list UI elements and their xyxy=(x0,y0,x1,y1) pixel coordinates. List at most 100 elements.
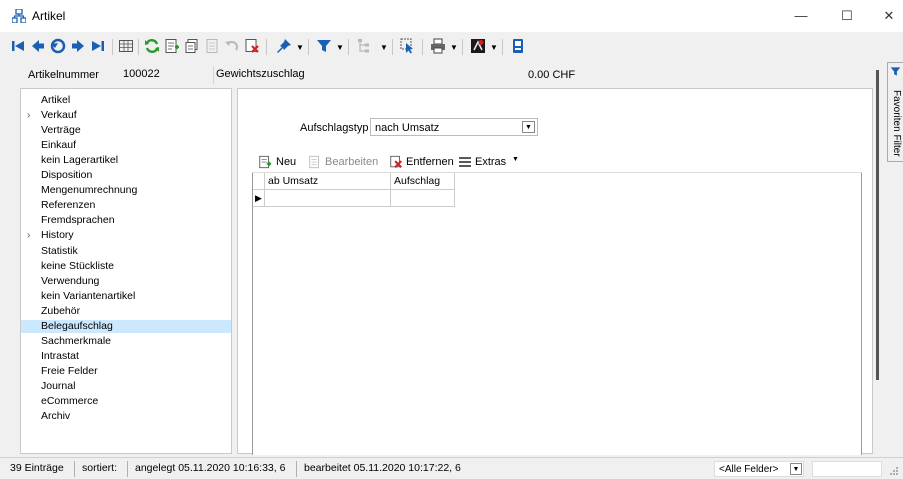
created-info: angelegt 05.11.2020 10:16:33, 6 xyxy=(135,462,286,474)
nav-item[interactable]: Zubehör xyxy=(21,305,231,318)
pin-dropdown-icon[interactable]: ▼ xyxy=(296,43,304,52)
nav-item-label: Mengenumrechnung xyxy=(41,184,138,197)
nav-item[interactable]: Referenzen xyxy=(21,199,231,212)
nav-item[interactable]: Sachmerkmale xyxy=(21,335,231,348)
main-toolbar: ▼ ▼ ▼ ▼ ▼ xyxy=(0,32,903,60)
toolbar-separator xyxy=(422,39,423,55)
macro-dropdown-icon[interactable]: ▼ xyxy=(490,43,498,52)
nav-item[interactable]: Artikel xyxy=(21,94,231,107)
back-icon[interactable] xyxy=(50,38,66,54)
notes-icon[interactable] xyxy=(510,38,526,54)
minimize-button[interactable]: — xyxy=(786,6,816,26)
nav-item[interactable]: › Verkauf xyxy=(21,109,231,122)
new-record-icon[interactable] xyxy=(164,38,180,54)
articlenumber-label: Artikelnummer xyxy=(28,69,99,81)
toolbar-separator xyxy=(502,39,503,55)
copy-record-icon[interactable] xyxy=(184,38,200,54)
nav-item-label: Einkauf xyxy=(41,139,77,152)
column-header-umsatz[interactable]: ab Umsatz xyxy=(265,173,391,190)
nav-item[interactable]: Intrastat xyxy=(21,350,231,363)
nav-item-label: keine Stückliste xyxy=(41,259,114,272)
field-filter-select[interactable]: <Alle Felder> ▼ xyxy=(714,461,804,477)
maximize-button[interactable]: ☐ xyxy=(832,6,862,26)
nav-item[interactable]: Statistik xyxy=(21,245,231,258)
nav-item[interactable]: eCommerce xyxy=(21,395,231,408)
toolbar-separator xyxy=(348,39,349,55)
toolbar-separator xyxy=(462,39,463,55)
select-cursor-icon[interactable] xyxy=(400,38,416,54)
chevron-right-icon[interactable]: › xyxy=(27,229,30,242)
data-grid: ab Umsatz Aufschlag ▶ xyxy=(252,173,862,455)
column-header-aufschlag[interactable]: Aufschlag xyxy=(391,173,455,190)
delete-record-icon[interactable] xyxy=(244,38,260,54)
add-icon xyxy=(259,155,272,169)
nav-item-label: Statistik xyxy=(41,244,78,257)
nav-item[interactable]: Mengenumrechnung xyxy=(21,184,231,197)
status-search-input[interactable] xyxy=(812,461,882,477)
resize-grip-icon[interactable] xyxy=(889,466,899,476)
remove-button[interactable]: Entfernen xyxy=(406,156,454,168)
edit-button[interactable]: Bearbeiten xyxy=(325,156,378,168)
article-app-icon xyxy=(12,9,26,23)
previous-record-icon[interactable] xyxy=(30,38,46,54)
save-icon xyxy=(206,39,218,53)
filter-dropdown-icon[interactable]: ▼ xyxy=(336,43,344,52)
tree-view-icon xyxy=(358,39,369,53)
macro-icon[interactable] xyxy=(470,38,486,54)
nav-item[interactable]: Verträge xyxy=(21,124,231,137)
status-separator xyxy=(127,461,128,477)
aufschlagstyp-select[interactable]: nach Umsatz ▼ xyxy=(370,118,538,136)
aufschlagstyp-label: Aufschlagstyp xyxy=(300,122,369,134)
nav-item-label: Archiv xyxy=(41,410,71,423)
next-record-icon[interactable] xyxy=(70,38,86,54)
nav-item[interactable]: Disposition xyxy=(21,169,231,182)
nav-item[interactable]: Journal xyxy=(21,380,231,393)
close-button[interactable]: ✕ xyxy=(874,6,903,26)
field-filter-value: <Alle Felder> xyxy=(719,464,779,475)
favorites-filter-tab[interactable]: Favoriten Filter xyxy=(888,90,902,157)
nav-item[interactable]: Verwendung xyxy=(21,275,231,288)
toolbar-separator xyxy=(266,39,267,55)
nav-item-label: eCommerce xyxy=(41,395,99,407)
articlenumber-field[interactable]: 100022 xyxy=(120,66,213,84)
chevron-down-icon[interactable]: ▼ xyxy=(790,463,802,475)
nav-item[interactable]: kein Variantenartikel xyxy=(21,290,231,303)
grid-cell[interactable] xyxy=(265,190,391,207)
grid-toolbar: Neu Bearbeiten Entfernen Extras ▼ xyxy=(252,151,862,173)
scrollbar-thumb[interactable] xyxy=(876,70,879,380)
last-record-icon[interactable] xyxy=(90,38,106,54)
nav-item[interactable]: Belegaufschlag xyxy=(21,319,231,333)
status-separator xyxy=(74,461,75,477)
title-bar: Artikel — ☐ ✕ xyxy=(0,0,903,32)
nav-item[interactable]: Archiv xyxy=(21,410,231,423)
nav-item[interactable]: keine Stückliste xyxy=(21,260,231,273)
grid-corner xyxy=(253,173,265,190)
extras-button[interactable]: Extras xyxy=(475,156,506,168)
nav-item[interactable]: Freie Felder xyxy=(21,365,231,378)
refresh-icon[interactable] xyxy=(144,38,160,54)
grid-cell[interactable] xyxy=(391,190,455,207)
nav-item-label: Verträge xyxy=(41,124,81,137)
row-pointer-icon: ▶ xyxy=(253,190,265,207)
filter-icon xyxy=(890,67,901,76)
table-view-icon[interactable] xyxy=(118,38,134,54)
chevron-down-icon[interactable]: ▼ xyxy=(522,121,535,133)
aufschlagstyp-value: nach Umsatz xyxy=(375,122,440,134)
nav-item[interactable]: › History xyxy=(21,229,231,242)
nav-item[interactable]: kein Lagerartikel xyxy=(21,154,231,167)
first-record-icon[interactable] xyxy=(10,38,26,54)
print-dropdown-icon[interactable]: ▼ xyxy=(450,43,458,52)
tree-dropdown-icon[interactable]: ▼ xyxy=(380,43,388,52)
extras-dropdown-icon[interactable]: ▼ xyxy=(512,156,519,163)
pin-icon[interactable] xyxy=(276,38,292,54)
new-button[interactable]: Neu xyxy=(276,156,296,168)
print-icon[interactable] xyxy=(430,38,446,54)
record-count: 39 Einträge xyxy=(10,462,64,474)
edited-info: bearbeitet 05.11.2020 10:17:22, 6 xyxy=(304,462,461,474)
nav-item[interactable]: Einkauf xyxy=(21,139,231,152)
chevron-right-icon[interactable]: › xyxy=(27,109,30,122)
status-bar: 39 Einträge sortiert: angelegt 05.11.202… xyxy=(0,457,903,479)
filter-icon[interactable] xyxy=(316,38,332,54)
nav-item[interactable]: Fremdsprachen xyxy=(21,214,231,227)
content-pane: Aufschlagstyp nach Umsatz ▼ Neu Bearbeit… xyxy=(237,88,873,455)
